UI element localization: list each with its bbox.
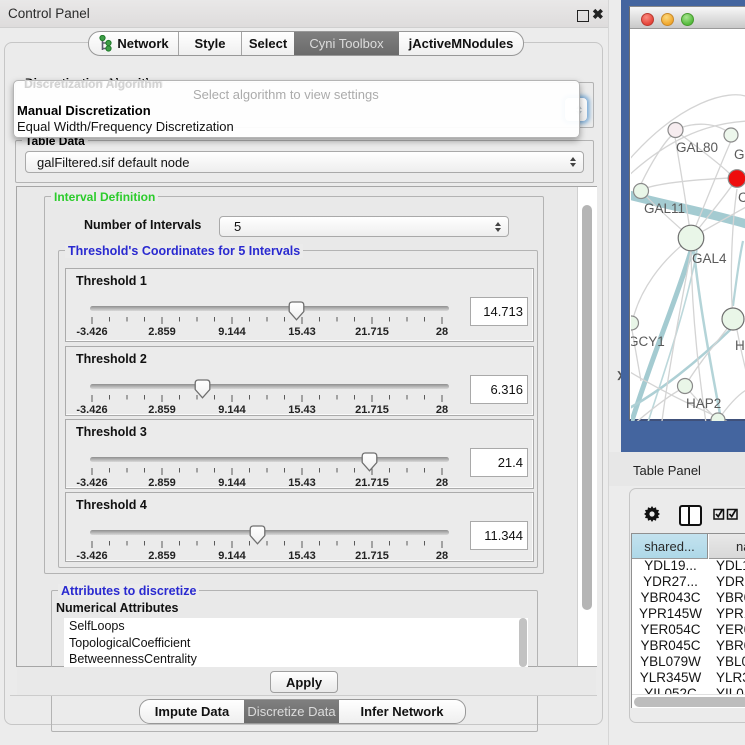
svg-text:GAL11: GAL11 (644, 201, 685, 216)
svg-text:GCY1: GCY1 (631, 334, 665, 349)
svg-text:C: C (738, 190, 745, 205)
svg-text:GAL4: GAL4 (692, 251, 727, 266)
svg-text:HAP2: HAP2 (686, 396, 721, 411)
svg-text:GAL80: GAL80 (676, 140, 718, 155)
svg-text:H: H (735, 338, 745, 353)
svg-text:G: G (734, 147, 745, 162)
